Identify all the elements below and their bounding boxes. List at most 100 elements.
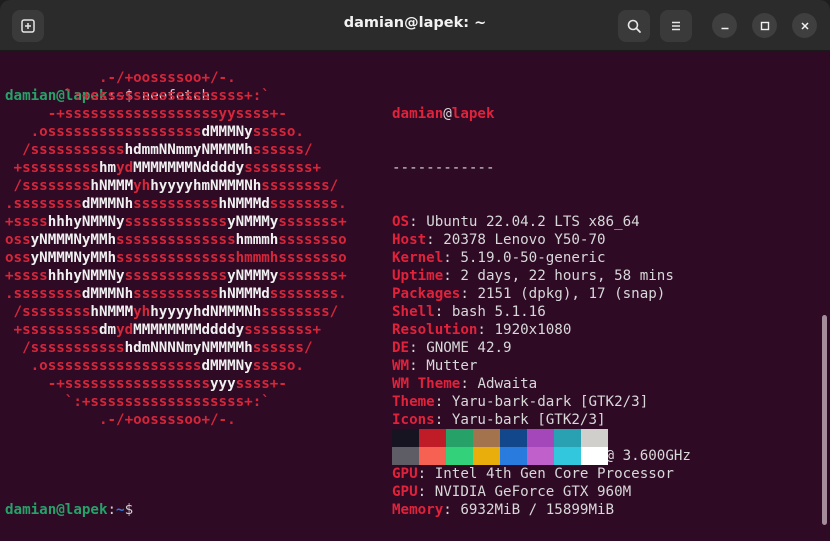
hamburger-menu-icon (672, 21, 680, 31)
info-colon: : (409, 340, 427, 356)
logo-segment: hNMMM (90, 304, 134, 320)
logo-segment: dMMMNy (201, 124, 253, 140)
logo-segment: sssssss+ (278, 214, 347, 230)
info-colon: : (434, 394, 452, 410)
logo-line: .ssssssssdMMMNhsssssssssshNMMMdssssssss. (5, 285, 347, 303)
search-icon (627, 19, 641, 33)
info-key: GPU (392, 484, 418, 500)
logo-segment: sssssssssssssshmmmhssssssso (116, 250, 347, 266)
logo-segment: ssss+- (235, 376, 287, 392)
info-value: Ubuntu 22.04.2 LTS x86_64 (426, 214, 640, 230)
search-button[interactable] (618, 10, 650, 42)
maximize-icon (760, 21, 769, 30)
color-palette (392, 429, 608, 465)
logo-segment: hNMMMd (218, 286, 270, 302)
info-key: Packages (392, 286, 461, 302)
info-key: WM (392, 358, 410, 374)
logo-segment: ssssssssssss (124, 268, 228, 284)
logo-segment: ssssssss. (269, 196, 347, 212)
info-header: damian@lapek (392, 105, 691, 123)
info-colon: : (460, 286, 478, 302)
info-host: lapek (451, 106, 495, 122)
logo-segment: yd (116, 160, 134, 176)
palette-row-normal (392, 429, 608, 447)
logo-segment: ssssss/ (252, 340, 313, 356)
info-row: Icons: Yaru-bark [GTK2/3] (392, 411, 691, 429)
logo-segment: sssso. (252, 358, 304, 374)
logo-line: -+sssssssssssssssssyyyssss+- (5, 375, 347, 393)
info-colon: : (443, 250, 461, 266)
info-colon: : (434, 412, 452, 428)
logo-line: -+ssssssssssssssssssyyssss+- (5, 105, 347, 123)
info-row: Theme: Yaru-bark-dark [GTK2/3] (392, 393, 691, 411)
color-swatch (446, 447, 473, 465)
system-info: damian@lapek ------------ OS: Ubuntu 22.… (392, 69, 691, 541)
color-swatch (419, 447, 446, 465)
logo-segment: `:+ssssssssssssssssss+:` (5, 88, 270, 104)
info-row: Uptime: 2 days, 22 hours, 58 mins (392, 267, 691, 285)
logo-segment: hNMMMd (218, 196, 270, 212)
logo-segment: +sssssssss (5, 160, 99, 176)
info-value: 20378 Lenovo Y50-70 (443, 232, 606, 248)
info-colon: : (426, 232, 444, 248)
info-row: Resolution: 1920x1080 (392, 321, 691, 339)
logo-line: /sssssssshNMMMyhhyyyyhdNMMMNhssssssss/ (5, 303, 347, 321)
color-swatch (500, 447, 527, 465)
close-button[interactable] (792, 13, 817, 38)
current-prompt[interactable]: damian@lapek:~$ (5, 501, 142, 519)
logo-segment: .ssssssss (5, 196, 82, 212)
title-bar[interactable]: damian@lapek: ~ (0, 0, 830, 51)
info-key: Icons (392, 412, 435, 428)
info-value: Adwaita (477, 376, 538, 392)
logo-segment: hNMMM (90, 178, 134, 194)
terminal-window: damian@lapek: ~ damian@lapek:~$ neofetch… (0, 0, 830, 541)
info-row: WM Theme: Adwaita (392, 375, 691, 393)
logo-line: .ssssssssdMMMNhsssssssssshNMMMdssssssss. (5, 195, 347, 213)
logo-segment: oss (5, 232, 31, 248)
logo-segment: hyyyyhdNMMMNh (150, 304, 262, 320)
ubuntu-ascii-logo: .-/+oossssoo+/-. `:+ssssssssssssssssss+:… (5, 69, 347, 429)
logo-line: ossyNMMMNyMMhsssssssssssssshmmmhssssssso (5, 231, 347, 249)
maximize-button[interactable] (752, 13, 777, 38)
logo-segment: ssssssssssss (124, 214, 228, 230)
info-colon: : (417, 466, 435, 482)
logo-line: .ossssssssssssssssssdMMMNysssso. (5, 357, 347, 375)
logo-segment: .-/+oossssoo+/-. (5, 70, 236, 86)
logo-line: +ssssssssshmydMMMMMMMNddddyssssssss+ (5, 159, 347, 177)
color-swatch (527, 429, 554, 447)
info-value: 1920x1080 (494, 322, 572, 338)
color-swatch (554, 447, 581, 465)
info-value: 2151 (dpkg), 17 (snap) (477, 286, 666, 302)
info-value: 5.19.0-50-generic (460, 250, 606, 266)
color-swatch (473, 429, 500, 447)
minimize-button[interactable] (712, 13, 737, 38)
color-swatch (527, 447, 554, 465)
prompt-path: ~ (116, 502, 125, 518)
menu-button[interactable] (660, 10, 692, 42)
logo-segment: yNMMMNyMMh (30, 250, 117, 266)
logo-segment: ssssssss+ (244, 160, 322, 176)
info-value: GNOME 42.9 (426, 340, 512, 356)
info-value: Yaru-bark [GTK2/3] (451, 412, 606, 428)
logo-segment: yd (116, 322, 134, 338)
scrollbar[interactable] (822, 315, 827, 525)
info-at: @ (443, 106, 452, 122)
logo-segment: MMMMMMMNddddy (133, 160, 245, 176)
logo-segment: ssssssssss (133, 196, 219, 212)
logo-segment: /ssssssss (5, 304, 91, 320)
logo-segment: +ssss (5, 214, 48, 230)
color-swatch (581, 447, 608, 465)
info-row: GPU: Intel 4th Gen Core Processor (392, 465, 691, 483)
logo-segment: /sssssssssss (5, 340, 125, 356)
logo-segment: .ssssssss (5, 286, 82, 302)
logo-segment: `:+ssssssssssssssssss+:` (5, 394, 270, 410)
color-swatch (554, 429, 581, 447)
logo-segment: /ssssssss (5, 178, 91, 194)
info-colon: : (409, 358, 427, 374)
logo-segment: dm (98, 322, 117, 338)
color-swatch (446, 429, 473, 447)
logo-segment: hdmmNNmmyNMMMMh (124, 142, 253, 158)
logo-line: .-/+oossssoo+/-. (5, 69, 347, 87)
logo-segment: yh (133, 178, 151, 194)
info-colon: : (409, 214, 427, 230)
